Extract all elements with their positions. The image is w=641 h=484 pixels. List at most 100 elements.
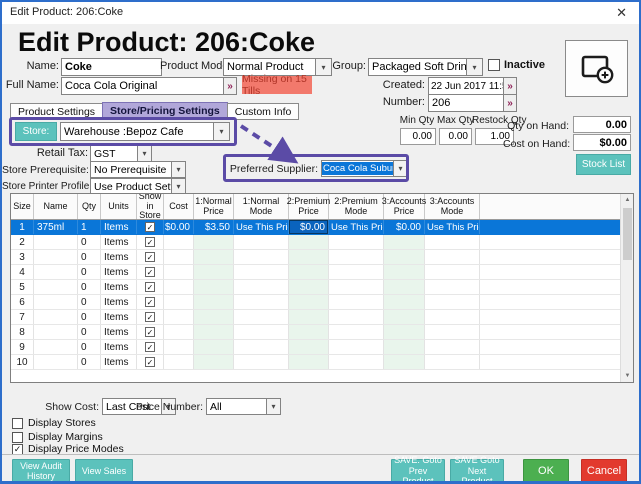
show-in-store-checkbox[interactable]: ✓ xyxy=(145,357,155,367)
table-row[interactable]: 100Items✓ xyxy=(11,355,620,370)
cell-show[interactable]: ✓ xyxy=(137,220,164,234)
cell-m1[interactable] xyxy=(234,265,289,279)
cell-p2[interactable] xyxy=(289,325,329,339)
cell-size[interactable]: 1 xyxy=(11,220,34,234)
copy-product-button[interactable] xyxy=(565,40,628,97)
cell-p2[interactable] xyxy=(289,310,329,324)
cell-m1[interactable] xyxy=(234,355,289,369)
save-goto-next-product-button[interactable]: SAVE Goto Next Product xyxy=(450,459,504,483)
cell-size[interactable]: 8 xyxy=(11,325,34,339)
name-field[interactable]: Coke xyxy=(61,58,162,76)
max-qty-input[interactable]: 0.00 xyxy=(439,128,472,145)
cell-cost[interactable] xyxy=(164,265,194,279)
cell-cost[interactable] xyxy=(164,310,194,324)
cell-size[interactable]: 10 xyxy=(11,355,34,369)
cell-p3[interactable] xyxy=(384,235,425,249)
cell-p3[interactable] xyxy=(384,340,425,354)
column-header-show[interactable]: Show in Store xyxy=(137,194,164,219)
cell-m2[interactable] xyxy=(329,340,384,354)
cell-cost[interactable] xyxy=(164,340,194,354)
cell-qty[interactable]: 0 xyxy=(78,310,101,324)
table-row[interactable]: 1375ml1Items✓$0.00$3.50Use This Price$0.… xyxy=(11,220,620,235)
cell-size[interactable]: 4 xyxy=(11,265,34,279)
cell-m2[interactable] xyxy=(329,265,384,279)
cell-m1[interactable] xyxy=(234,325,289,339)
cell-p1[interactable] xyxy=(194,280,234,294)
cell-p3[interactable] xyxy=(384,280,425,294)
cell-units[interactable]: Items xyxy=(101,280,137,294)
cell-m3[interactable] xyxy=(425,295,480,309)
cell-p2[interactable] xyxy=(289,355,329,369)
show-in-store-checkbox[interactable]: ✓ xyxy=(145,267,155,277)
cell-m3[interactable] xyxy=(425,340,480,354)
cell-m3[interactable] xyxy=(425,250,480,264)
table-row[interactable]: 60Items✓ xyxy=(11,295,620,310)
table-row[interactable]: 70Items✓ xyxy=(11,310,620,325)
cell-name[interactable] xyxy=(34,235,78,249)
cell-units[interactable]: Items xyxy=(101,310,137,324)
full-name-value[interactable]: Coca Cola Original xyxy=(61,77,224,95)
created-more-button[interactable]: » xyxy=(504,77,517,95)
view-audit-history-button[interactable]: View Audit History xyxy=(12,459,70,483)
cell-name[interactable] xyxy=(34,295,78,309)
cell-p1[interactable] xyxy=(194,295,234,309)
cell-units[interactable]: Items xyxy=(101,235,137,249)
name-value[interactable]: Coke xyxy=(61,58,162,76)
cell-m3[interactable] xyxy=(425,235,480,249)
store-button[interactable]: Store: xyxy=(15,122,57,141)
cell-cost[interactable]: $0.00 xyxy=(164,220,194,234)
tab-store-pricing-settings[interactable]: Store/Pricing Settings xyxy=(102,102,228,120)
cell-qty[interactable]: 1 xyxy=(78,220,101,234)
cell-m3[interactable] xyxy=(425,310,480,324)
table-row[interactable]: 80Items✓ xyxy=(11,325,620,340)
group-select[interactable]: Packaged Soft Drinks ▾ xyxy=(368,58,483,76)
stock-list-button[interactable]: Stock List xyxy=(576,154,631,175)
cell-m1[interactable] xyxy=(234,295,289,309)
cell-show[interactable]: ✓ xyxy=(137,295,164,309)
column-header-size[interactable]: Size xyxy=(11,194,34,219)
cell-p3[interactable] xyxy=(384,265,425,279)
cell-p1[interactable] xyxy=(194,265,234,279)
full-name-more-button[interactable]: » xyxy=(224,77,237,95)
cell-name[interactable] xyxy=(34,310,78,324)
cell-name[interactable]: 375ml xyxy=(34,220,78,234)
cell-p2[interactable] xyxy=(289,265,329,279)
inactive-checkbox-box[interactable] xyxy=(488,59,500,71)
show-in-store-checkbox[interactable]: ✓ xyxy=(145,297,155,307)
show-in-store-checkbox[interactable]: ✓ xyxy=(145,312,155,322)
column-header-units[interactable]: Units xyxy=(101,194,137,219)
show-in-store-checkbox[interactable]: ✓ xyxy=(145,342,155,352)
store-prerequisite-select[interactable]: No Prerequisite ▾ xyxy=(90,161,186,178)
tab-product-settings[interactable]: Product Settings xyxy=(10,103,103,120)
cell-qty[interactable]: 0 xyxy=(78,340,101,354)
cell-m2[interactable]: Use This Price xyxy=(329,220,384,234)
column-header-name[interactable]: Name xyxy=(34,194,78,219)
cell-size[interactable]: 2 xyxy=(11,235,34,249)
column-header-m1[interactable]: 1:Normal Mode xyxy=(234,194,289,219)
cell-units[interactable]: Items xyxy=(101,250,137,264)
price-number-select[interactable]: All ▾ xyxy=(206,398,281,415)
cell-qty[interactable]: 0 xyxy=(78,355,101,369)
cell-p3[interactable]: $0.00 xyxy=(384,220,425,234)
cell-size[interactable]: 3 xyxy=(11,250,34,264)
show-in-store-checkbox[interactable]: ✓ xyxy=(145,222,155,232)
cell-p2[interactable]: $0.00 xyxy=(289,220,329,234)
min-qty-input[interactable]: 0.00 xyxy=(400,128,436,145)
cell-units[interactable]: Items xyxy=(101,220,137,234)
cell-qty[interactable]: 0 xyxy=(78,280,101,294)
column-header-qty[interactable]: Qty xyxy=(78,194,101,219)
cell-m2[interactable] xyxy=(329,235,384,249)
cell-qty[interactable]: 0 xyxy=(78,325,101,339)
cell-m1[interactable] xyxy=(234,340,289,354)
show-in-store-checkbox[interactable]: ✓ xyxy=(145,252,155,262)
scrollbar-thumb[interactable] xyxy=(623,208,632,260)
cell-m2[interactable] xyxy=(329,295,384,309)
cell-name[interactable] xyxy=(34,340,78,354)
table-row[interactable]: 30Items✓ xyxy=(11,250,620,265)
cell-p1[interactable] xyxy=(194,310,234,324)
cell-p3[interactable] xyxy=(384,295,425,309)
cell-m3[interactable]: Use This Price xyxy=(425,220,480,234)
cell-m3[interactable] xyxy=(425,265,480,279)
cell-qty[interactable]: 0 xyxy=(78,265,101,279)
cell-show[interactable]: ✓ xyxy=(137,325,164,339)
